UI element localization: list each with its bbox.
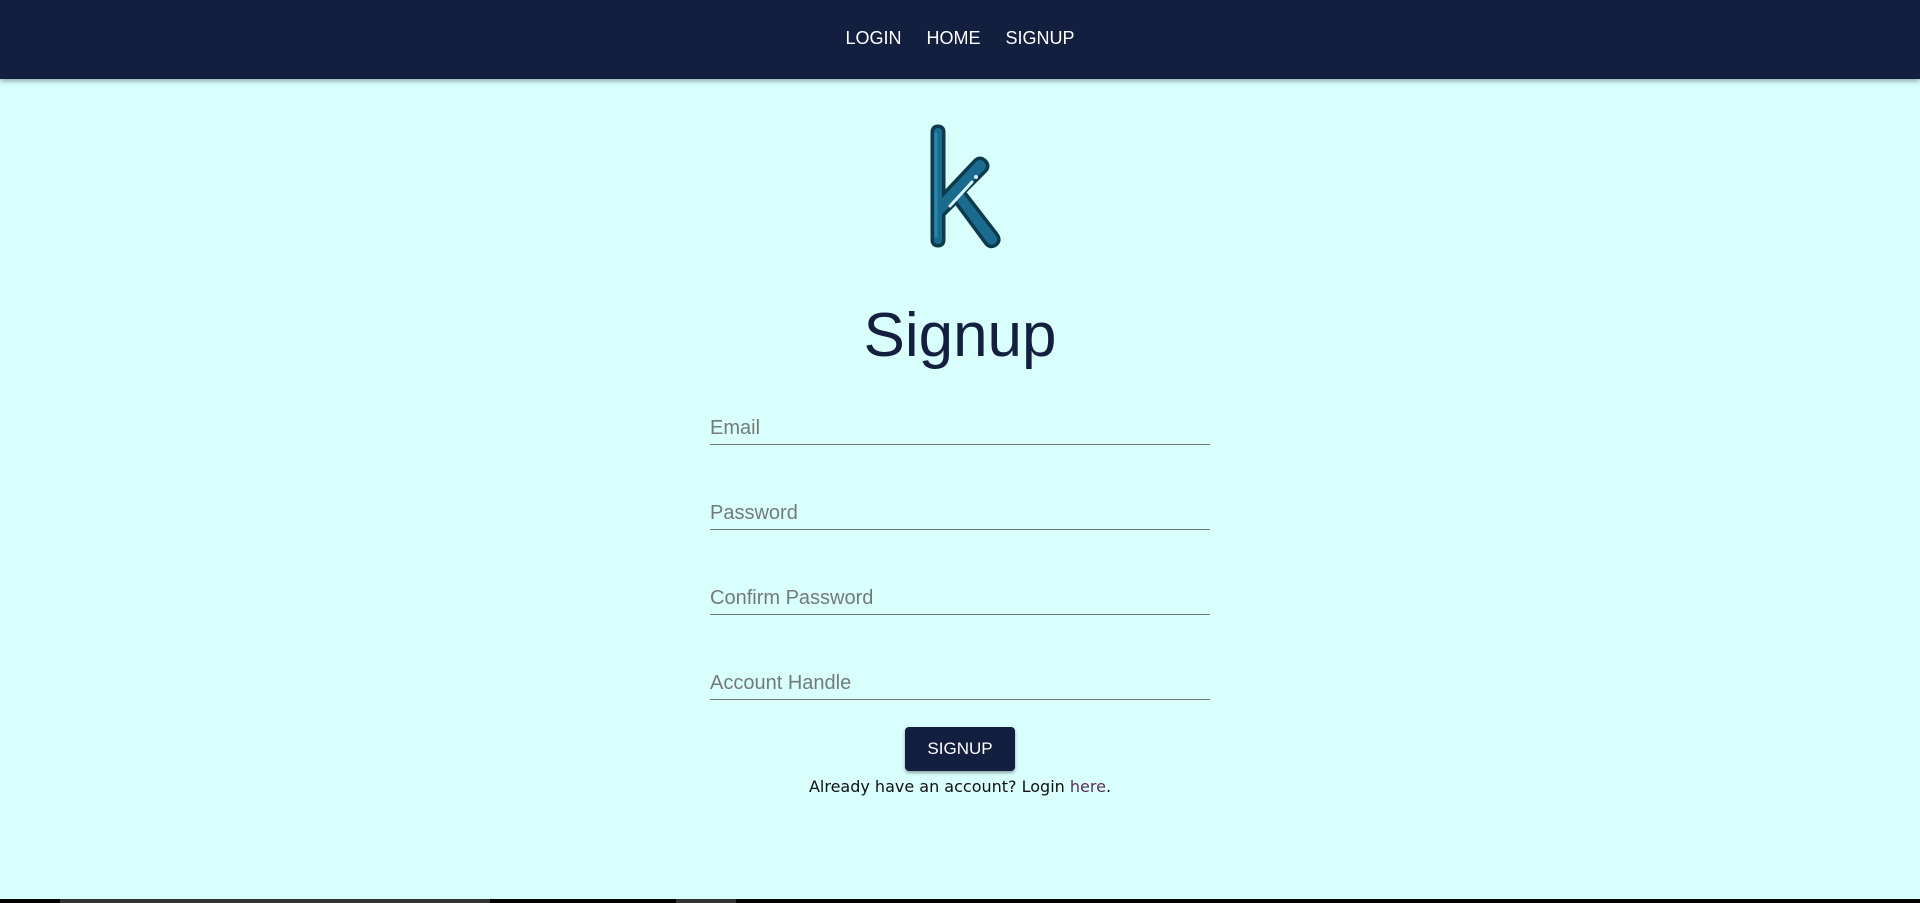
account-handle-field[interactable] [710,667,1210,700]
confirm-password-field[interactable] [710,582,1210,615]
top-navbar: LOGIN HOME SIGNUP [0,0,1920,79]
password-field[interactable] [710,497,1210,530]
nav-home-link[interactable]: HOME [927,28,981,51]
email-field[interactable] [710,412,1210,445]
login-here-link[interactable]: here [1070,777,1106,796]
nav-login-link[interactable]: LOGIN [845,28,901,51]
signup-submit-button[interactable]: SIGNUP [905,727,1015,771]
scrollbar-segment [676,899,736,903]
bottom-scrollbar [0,899,1920,903]
scrollbar-segment [60,899,490,903]
login-prompt-text: Already have an account? Login [808,777,1070,796]
login-prompt-suffix: . [1105,777,1112,796]
page-title: Signup [863,301,1057,370]
k-letter-logo-icon [930,124,1001,249]
nav-signup-link[interactable]: SIGNUP [1006,28,1075,51]
login-prompt: Already have an account? Login here. [0,777,1920,796]
